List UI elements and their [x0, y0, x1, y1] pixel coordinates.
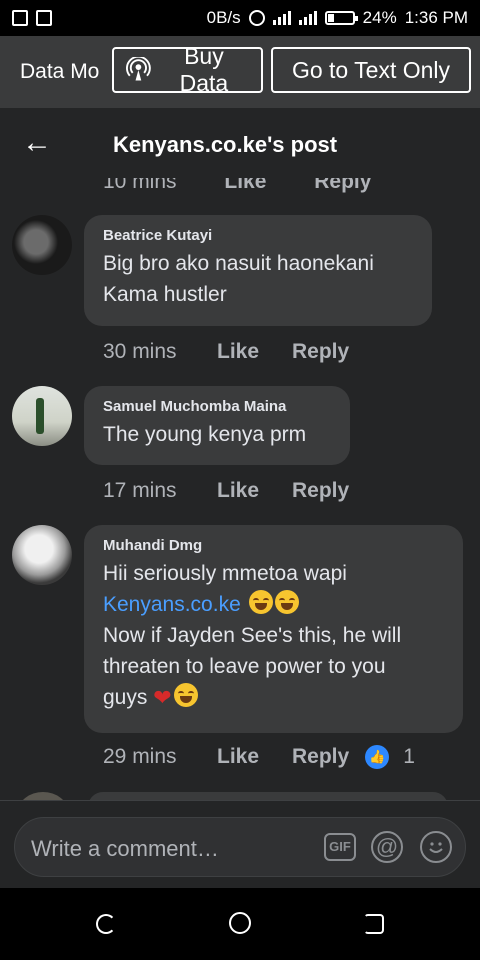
reply-button[interactable]: Reply: [314, 178, 371, 193]
mention-icon[interactable]: @: [371, 831, 403, 863]
comment-text-line: Hii seriously mmetoa wapi: [103, 562, 347, 585]
comment-text-line: Kenyans.co.ke: [103, 589, 445, 620]
comment-composer: Write a comment… GIF @: [0, 800, 480, 888]
reaction-count: 1: [403, 745, 415, 768]
wifi-icon: [272, 11, 291, 25]
nav-recents-icon[interactable]: [364, 914, 384, 934]
post-header: ← Kenyans.co.ke's post: [0, 108, 480, 178]
avatar[interactable]: [18, 792, 68, 800]
comment-placeholder: Write a comment…: [31, 836, 219, 861]
data-saver-icon: [248, 10, 265, 26]
comment-bubble[interactable]: Samuel Muchomba Maina The young kenya pr…: [84, 386, 350, 465]
comment-actions: 29 mins Like Reply 👍 1: [103, 745, 415, 769]
back-arrow-icon[interactable]: ←: [22, 128, 52, 158]
battery-icon: [324, 11, 358, 25]
data-mode-bar: Data Mo Buy Data Go to Text Only: [0, 36, 480, 108]
comments-list: 10 mins Like Reply Beatrice Kutayi Big b…: [0, 178, 480, 800]
like-button[interactable]: Like: [224, 178, 266, 193]
reaction-summary[interactable]: 👍 1: [365, 745, 415, 769]
comment-actions: 30 mins Like Reply: [103, 340, 349, 364]
laughing-emoji-icon: [248, 590, 273, 614]
page-mention-link[interactable]: Kenyans.co.ke: [103, 593, 241, 616]
avatar[interactable]: [12, 525, 72, 585]
network-speed: 0B/s: [206, 8, 241, 27]
comment-time: 17 mins: [103, 479, 177, 502]
comment-time: 30 mins: [103, 340, 177, 363]
reply-button[interactable]: Reply: [292, 340, 349, 364]
comment-author[interactable]: Beatrice Kutayi: [103, 227, 414, 244]
nav-back-icon[interactable]: [96, 914, 116, 934]
laughing-emoji-icon: [274, 590, 299, 614]
reply-button[interactable]: Reply: [292, 745, 349, 769]
avatar[interactable]: [12, 386, 72, 446]
system-nav-bar: [0, 888, 480, 960]
comment-author[interactable]: Samuel Muchomba Maina: [103, 398, 332, 415]
gif-icon[interactable]: GIF: [324, 833, 356, 861]
comment-text-end: guys: [103, 686, 148, 709]
text-only-label: Go to Text Only: [291, 56, 451, 83]
gallery-icon: [12, 10, 28, 26]
avatar[interactable]: [12, 215, 72, 275]
broadcast-icon: [126, 57, 151, 81]
comment-input[interactable]: Write a comment… GIF @: [14, 817, 466, 877]
laughing-emoji-icon: [173, 683, 198, 707]
comment-text-line: The young kenya prm: [103, 423, 307, 446]
clock: 1:36 PM: [404, 8, 468, 27]
buy-data-button[interactable]: Buy Data: [112, 43, 263, 96]
comment-bubble[interactable]: Beatrice Kutayi Big bro ako nasuit haone…: [84, 215, 432, 326]
like-button[interactable]: Like: [217, 479, 292, 503]
status-bar: 0B/s 24% 1:36 PM: [0, 0, 480, 36]
comment-time: 10 mins: [103, 178, 177, 193]
battery-percent: 24%: [362, 8, 397, 27]
text-only-button[interactable]: Go to Text Only: [271, 47, 471, 93]
comment-text-line: Now if Jayden See's this, he will: [103, 624, 402, 647]
previous-comment-meta: 10 mins Like Reply: [103, 178, 413, 194]
download-icon: [36, 10, 52, 26]
like-button[interactable]: Like: [217, 340, 292, 364]
comment-text-line: guys ❤: [103, 682, 445, 713]
broken-heart-icon: ❤: [153, 685, 172, 710]
comment-actions: 17 mins Like Reply: [103, 479, 349, 503]
data-mode-label: Data Mo: [20, 60, 100, 83]
comment-bubble[interactable]: Muhandi Dmg Hii seriously mmetoa wapi Ke…: [84, 525, 463, 733]
like-reaction-icon: 👍: [365, 745, 390, 769]
signal-icon: [298, 11, 317, 25]
comment-text-line: Kama hustler: [103, 283, 227, 306]
comment-bubble[interactable]: [88, 792, 448, 800]
emoji-icon[interactable]: [420, 831, 452, 863]
page-title: Kenyans.co.ke's post: [113, 132, 338, 157]
comment-author[interactable]: Muhandi Dmg: [103, 537, 445, 554]
comment-text-line: Big bro ako nasuit haonekani: [103, 252, 374, 275]
comment-time: 29 mins: [103, 745, 177, 768]
like-button[interactable]: Like: [217, 745, 292, 769]
reply-button[interactable]: Reply: [292, 479, 349, 503]
comment-text-line: threaten to leave power to you: [103, 655, 386, 678]
nav-home-icon[interactable]: [229, 912, 251, 934]
buy-data-label: Buy Data: [179, 43, 229, 96]
